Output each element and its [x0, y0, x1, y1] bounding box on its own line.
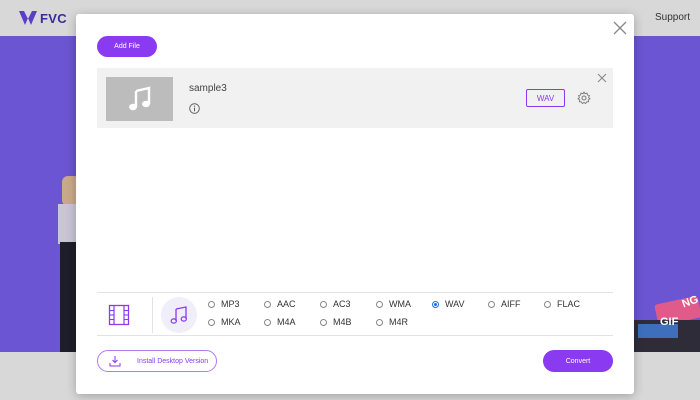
format-label: AAC: [277, 299, 296, 309]
radio-button[interactable]: [376, 300, 383, 308]
install-desktop-button[interactable]: Install Desktop Version: [97, 350, 217, 372]
format-option-mp3[interactable]: MP3: [208, 299, 240, 309]
format-label: M4A: [277, 317, 296, 327]
radio-button[interactable]: [208, 318, 215, 326]
format-label: AC3: [333, 299, 351, 309]
site-logo[interactable]: FVC: [18, 9, 67, 27]
format-option-ac3[interactable]: AC3: [320, 299, 351, 309]
radio-button[interactable]: [320, 300, 327, 308]
format-label: AIFF: [501, 299, 521, 309]
info-icon[interactable]: [189, 103, 200, 114]
hero-gif-text: GIF: [660, 316, 679, 328]
radio-button[interactable]: [264, 318, 271, 326]
convert-button[interactable]: Convert: [543, 350, 613, 372]
radio-button[interactable]: [376, 318, 383, 326]
support-link[interactable]: Support: [655, 12, 690, 23]
radio-button[interactable]: [320, 318, 327, 326]
format-label: FLAC: [557, 299, 581, 309]
radio-button[interactable]: [488, 300, 495, 308]
format-selector: MP3 AAC AC3 WMA WAV AIFF FLAC MKA M4A M4…: [97, 292, 613, 336]
format-label: MKA: [221, 317, 241, 327]
file-name: sample3: [189, 83, 227, 94]
video-film-icon[interactable]: [107, 303, 131, 327]
format-option-wma[interactable]: WMA: [376, 299, 411, 309]
music-note-icon: [170, 306, 188, 324]
format-label: M4B: [333, 317, 352, 327]
format-option-m4a[interactable]: M4A: [264, 317, 296, 327]
format-label: WMA: [389, 299, 411, 309]
format-label: MP3: [221, 299, 240, 309]
format-option-mka[interactable]: MKA: [208, 317, 241, 327]
gear-icon[interactable]: [577, 91, 591, 105]
output-format-badge[interactable]: WAV: [526, 89, 565, 107]
logo-icon: [19, 11, 37, 25]
logo-text: FVC: [40, 10, 67, 26]
close-icon[interactable]: [612, 20, 628, 36]
format-option-wav[interactable]: WAV: [432, 299, 465, 309]
format-option-flac[interactable]: FLAC: [544, 299, 580, 309]
radio-button-selected[interactable]: [432, 300, 439, 308]
add-file-button[interactable]: Add File: [97, 36, 157, 57]
radio-button[interactable]: [264, 300, 271, 308]
remove-file-icon[interactable]: [597, 73, 607, 83]
converter-modal: Add File sample3 WAV MP3 AAC AC3 WMA WAV…: [76, 14, 634, 394]
format-label: M4R: [389, 317, 409, 327]
music-note-icon: [128, 86, 150, 111]
install-desktop-label: Install Desktop Version: [137, 357, 209, 365]
format-option-m4b[interactable]: M4B: [320, 317, 352, 327]
file-list-item: sample3 WAV: [97, 68, 613, 128]
radio-button[interactable]: [544, 300, 551, 308]
format-option-m4r[interactable]: M4R: [376, 317, 408, 327]
hero-illustration-box: GIF NG: [632, 290, 700, 352]
format-label: WAV: [445, 299, 465, 309]
radio-button[interactable]: [208, 300, 215, 308]
audio-tab[interactable]: [161, 297, 197, 333]
format-option-aac[interactable]: AAC: [264, 299, 296, 309]
file-thumbnail: [106, 77, 173, 121]
tab-divider: [152, 297, 153, 333]
format-option-aiff[interactable]: AIFF: [488, 299, 521, 309]
download-icon: [109, 356, 121, 367]
